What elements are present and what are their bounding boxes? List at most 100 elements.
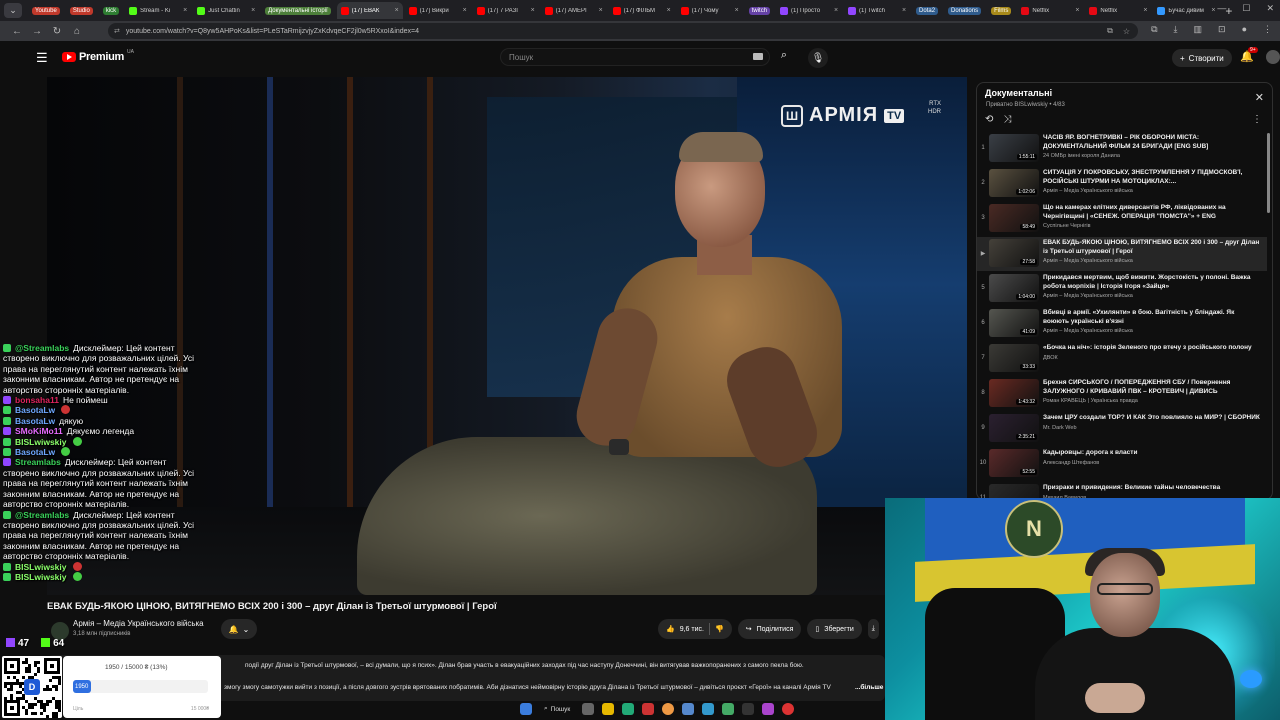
loop-icon[interactable]: ⟲ bbox=[985, 114, 993, 125]
keyboard-icon[interactable] bbox=[753, 53, 763, 60]
shuffle-icon[interactable]: ⤨ bbox=[1003, 114, 1011, 125]
channel-name[interactable]: Армія – Медіа Українського війська bbox=[73, 619, 204, 628]
tab-close-icon[interactable]: × bbox=[834, 7, 838, 14]
thumbs-down-icon[interactable]: 👎 bbox=[715, 625, 724, 633]
browser-tab[interactable]: Stream - Ki × bbox=[125, 2, 191, 19]
home-icon[interactable]: ⌂ bbox=[68, 26, 86, 37]
maximize-icon[interactable]: ☐ bbox=[1242, 3, 1250, 14]
browser-tab[interactable]: (1) Просто × bbox=[776, 2, 842, 19]
app-icon[interactable] bbox=[642, 703, 655, 715]
save-button[interactable]: ▯ Зберегти bbox=[807, 619, 862, 639]
playlist-thumbnail[interactable]: 1:55:11 bbox=[989, 134, 1039, 162]
lock-icon[interactable]: ⊡ bbox=[1218, 24, 1226, 35]
forward-icon[interactable]: → bbox=[28, 26, 46, 37]
playlist-thumbnail[interactable]: 27:58 bbox=[989, 239, 1039, 267]
start-windows-icon[interactable] bbox=[520, 703, 532, 715]
subscribed-button[interactable]: 🔔 ⌄ bbox=[221, 619, 257, 639]
tab-close-icon[interactable]: × bbox=[531, 7, 535, 14]
playlist-thumbnail[interactable]: 1:04:00 bbox=[989, 274, 1039, 302]
app-icon[interactable] bbox=[682, 703, 695, 715]
profile-icon[interactable]: ● bbox=[1242, 24, 1247, 35]
playlist-title[interactable]: Документальні bbox=[985, 88, 1052, 98]
close-window-icon[interactable]: ✕ bbox=[1266, 3, 1274, 14]
chat-username[interactable]: BasotaLw bbox=[15, 416, 55, 426]
reload-icon[interactable]: ↻ bbox=[48, 26, 66, 37]
playlist-item[interactable]: 3 58:49 Що на камерах елітних диверсантів … bbox=[977, 202, 1267, 236]
browser-tab[interactable]: Studio bbox=[66, 2, 97, 19]
app-icon[interactable] bbox=[762, 703, 775, 715]
chat-username[interactable]: BasotaLw bbox=[15, 405, 55, 415]
playlist-thumbnail[interactable]: 41:09 bbox=[989, 309, 1039, 337]
playlist-item[interactable]: 6 41:09 Вбивці в армії. «Ухилянти» в бою. … bbox=[977, 307, 1267, 341]
close-icon[interactable]: ✕ bbox=[1255, 91, 1264, 104]
tab-close-icon[interactable]: × bbox=[735, 7, 739, 14]
search-input[interactable]: Пошук bbox=[500, 48, 770, 66]
tab-close-icon[interactable]: × bbox=[1211, 7, 1215, 14]
tab-close-icon[interactable]: × bbox=[183, 7, 187, 14]
playlist-thumbnail[interactable]: 2:35:21 bbox=[989, 414, 1039, 442]
browser-tab[interactable]: (17) Чому × bbox=[677, 2, 743, 19]
chrome-icon[interactable] bbox=[662, 703, 675, 715]
youtube-logo[interactable]: Premium UA bbox=[62, 49, 134, 63]
chat-username[interactable]: bonsaha11 bbox=[15, 395, 59, 405]
browser-tab[interactable]: Dota2 bbox=[912, 2, 942, 19]
split-view-icon[interactable]: ▥ bbox=[1194, 24, 1203, 35]
tab-close-icon[interactable]: × bbox=[599, 7, 603, 14]
bookmark-star-icon[interactable]: ☆ bbox=[1123, 27, 1130, 36]
playlist-thumbnail[interactable]: 58:49 bbox=[989, 204, 1039, 232]
obs-icon[interactable] bbox=[742, 703, 755, 715]
browser-tab[interactable]: Netflix × bbox=[1017, 2, 1083, 19]
chat-username[interactable]: BasotaLw bbox=[15, 447, 55, 457]
chat-username[interactable]: BISLwiwskiy bbox=[15, 562, 67, 572]
download-button[interactable]: ⤓ bbox=[867, 619, 879, 639]
chat-username[interactable]: @Streamlabs bbox=[15, 343, 69, 353]
playlist-menu-icon[interactable]: ⋮ bbox=[1252, 114, 1262, 125]
tab-close-icon[interactable]: × bbox=[667, 7, 671, 14]
playlist-item[interactable]: ▶ 27:58 ЕВАК БУДЬ-ЯКОЮ ЦІНОЮ, ВИТЯГНЕМО ВС… bbox=[977, 237, 1267, 271]
file-explorer-icon[interactable] bbox=[602, 703, 615, 715]
playlist-item[interactable]: 8 1:43:32 Брехня СИРСЬКОГО / ПОПЕРЕДЖЕННЯ … bbox=[977, 377, 1267, 411]
playlist-thumbnail[interactable]: 52:55 bbox=[989, 449, 1039, 477]
tab-search-icon[interactable]: ⌄ bbox=[4, 3, 22, 18]
telegram-icon[interactable] bbox=[702, 703, 715, 715]
browser-tab[interactable]: Films bbox=[987, 2, 1015, 19]
url-bar[interactable]: ⇄ youtube.com/watch?v=Q8yw5AHPoKs&list=P… bbox=[108, 23, 1138, 39]
account-avatar[interactable] bbox=[1266, 50, 1280, 64]
browser-tab[interactable]: Netflix × bbox=[1085, 2, 1151, 19]
playlist-item[interactable]: 2 1:02:06 СИТУАЦІЯ У ПОКРОВСЬКУ, ЗНЕСТРУМЛ… bbox=[977, 167, 1267, 201]
tab-close-icon[interactable]: × bbox=[902, 7, 906, 14]
tab-close-icon[interactable]: × bbox=[251, 7, 255, 14]
install-icon[interactable]: ⧉ bbox=[1107, 26, 1113, 36]
chat-username[interactable]: SMoKiMo11 bbox=[15, 426, 63, 436]
browser-tab[interactable]: Just Chattin × bbox=[193, 2, 259, 19]
download-icon[interactable]: ⤓ bbox=[1174, 24, 1178, 35]
playlist-thumbnail[interactable]: 1:43:32 bbox=[989, 379, 1039, 407]
mic-icon[interactable]: 🎙 bbox=[808, 48, 828, 68]
playlist-thumbnail[interactable]: 33:33 bbox=[989, 344, 1039, 372]
browser-tab[interactable]: (17) 7 РАЗІ × bbox=[473, 2, 539, 19]
menu-dots-icon[interactable]: ⋮ bbox=[1263, 24, 1272, 35]
tab-close-icon[interactable]: × bbox=[1075, 7, 1079, 14]
app-icon[interactable] bbox=[722, 703, 735, 715]
browser-tab[interactable]: (17) Викри × bbox=[405, 2, 471, 19]
playlist-item[interactable]: 9 2:35:21 Зачем ЦРУ создали ТОР? И КАК Это… bbox=[977, 412, 1267, 446]
taskbar-search[interactable]: ⌕ Пошук bbox=[540, 705, 574, 713]
browser-tab[interactable]: Бучас дивим × bbox=[1153, 2, 1219, 19]
tab-close-icon[interactable]: × bbox=[395, 7, 399, 14]
minimize-icon[interactable]: — bbox=[1217, 3, 1226, 14]
app-icon[interactable] bbox=[622, 703, 635, 715]
playlist-thumbnail[interactable]: 1:02:06 bbox=[989, 169, 1039, 197]
task-view-icon[interactable] bbox=[582, 703, 595, 715]
app-icon[interactable] bbox=[782, 703, 795, 715]
browser-tab[interactable]: Donations bbox=[944, 2, 985, 19]
share-button[interactable]: ↪ Поділитися bbox=[737, 619, 802, 639]
description-more-link[interactable]: ...більше bbox=[855, 684, 883, 691]
browser-tab[interactable]: kick bbox=[99, 2, 123, 19]
extensions-icon[interactable]: ⧉ bbox=[1151, 24, 1157, 35]
chat-username[interactable]: BISLwiwskiy bbox=[15, 437, 67, 447]
playlist-item[interactable]: 7 33:33 «Бочка на ніч»: історія Зеленого п… bbox=[977, 342, 1267, 376]
playlist-scrollbar[interactable] bbox=[1267, 133, 1270, 213]
browser-tab[interactable]: (1) Twitch × bbox=[844, 2, 910, 19]
chat-username[interactable]: @Streamlabs bbox=[15, 510, 69, 520]
playlist-item[interactable]: 1 1:55:11 ЧАСІВ ЯР. ВОГНЕТРИВКІ – РІК ОБОР… bbox=[977, 132, 1267, 166]
